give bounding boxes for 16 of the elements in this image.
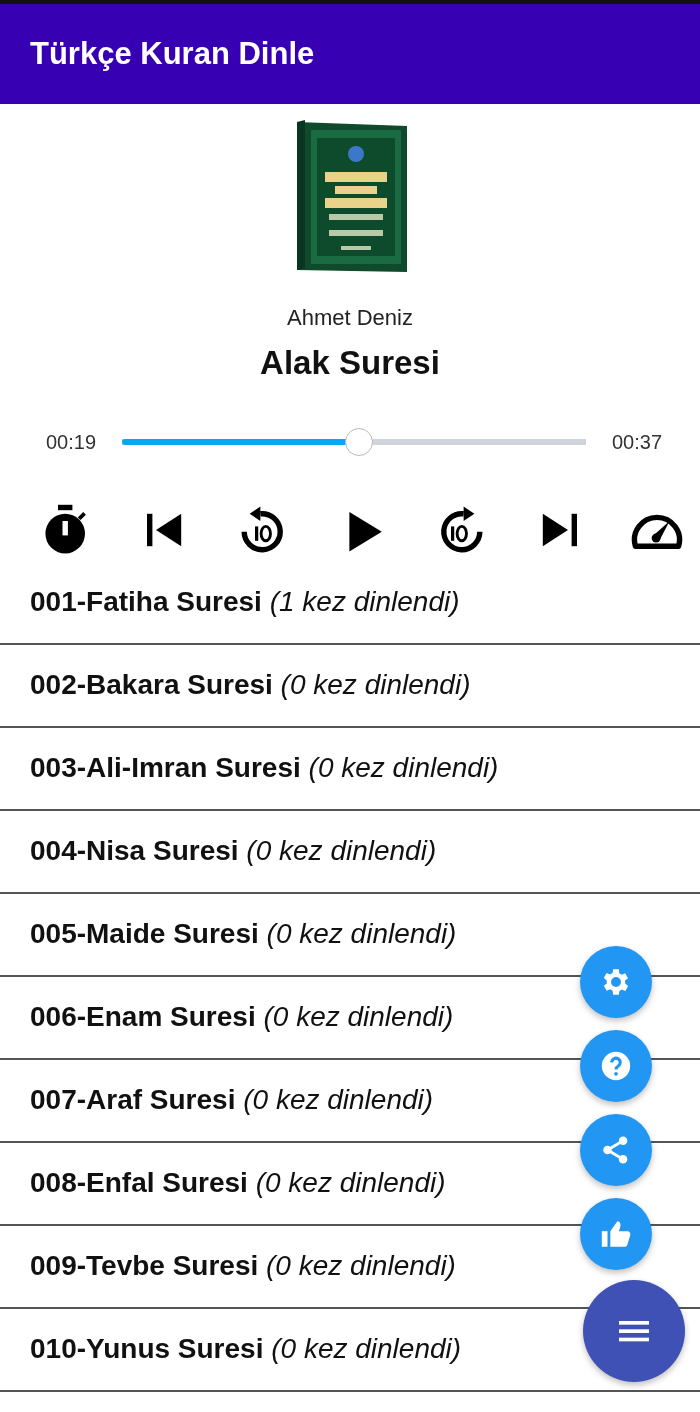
help-icon [599, 1049, 633, 1083]
help-button[interactable] [580, 1030, 652, 1102]
thumbs-up-button[interactable] [580, 1198, 652, 1270]
menu-button[interactable] [583, 1280, 685, 1382]
track-row[interactable]: 004-Nisa Suresi (0 kez dinlendi) [0, 811, 700, 894]
share-button[interactable] [580, 1114, 652, 1186]
track-title: Alak Suresi [259, 343, 441, 383]
track-row[interactable]: 001-Fatiha Suresi (1 kez dinlendi) [0, 562, 700, 645]
artist-name: Ahmet Deniz [286, 304, 414, 332]
settings-button[interactable] [580, 946, 652, 1018]
total-time: 00:37 [610, 430, 664, 454]
track-row[interactable]: 003-Ali-Imran Suresi (0 kez dinlendi) [0, 728, 700, 811]
app-title: Türkçe Kuran Dinle [30, 36, 315, 72]
seek-thumb[interactable] [344, 428, 373, 456]
elapsed-time: 00:19 [44, 430, 98, 454]
track-row[interactable]: 002-Bakara Suresi (0 kez dinlendi) [0, 645, 700, 728]
